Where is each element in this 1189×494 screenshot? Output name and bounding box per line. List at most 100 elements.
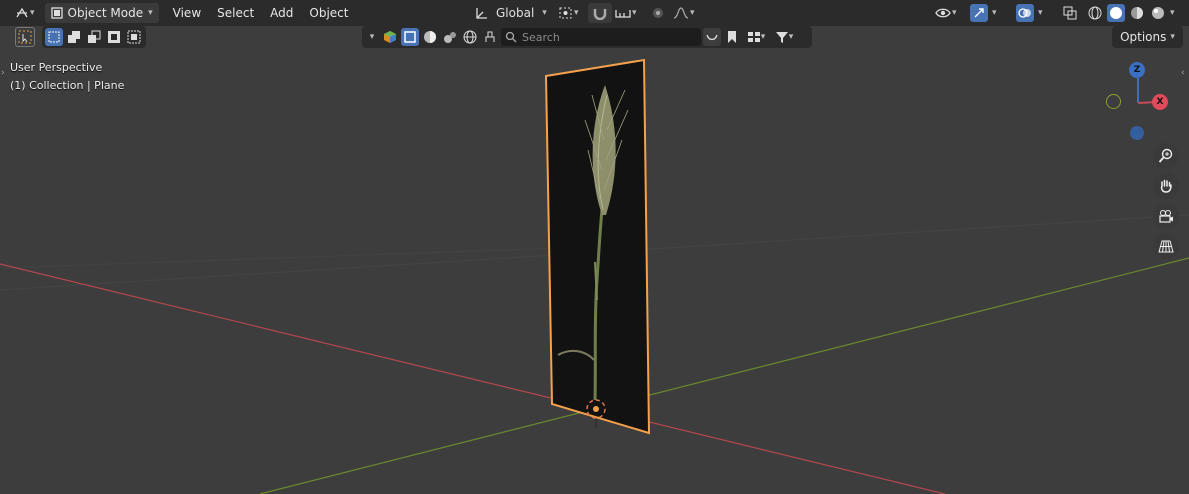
subtract-selection-button[interactable] — [85, 28, 103, 46]
brush-icon — [485, 31, 495, 42]
menu-view[interactable]: View — [165, 3, 209, 23]
3d-viewport[interactable] — [0, 0, 1189, 494]
chevron-down-icon: ▾ — [632, 8, 637, 18]
proportional-edit-icon — [653, 8, 663, 18]
overlays-toggle[interactable]: ▾ — [1012, 3, 1047, 23]
gizmo-toggle[interactable]: ▾ — [966, 3, 1001, 23]
snap-toggle[interactable] — [588, 3, 612, 23]
ortho-toggle-button[interactable] — [1153, 233, 1179, 259]
grid-line — [0, 247, 561, 269]
toolbar-expand-arrow[interactable]: › — [1, 68, 5, 78]
extend-selection-button[interactable] — [65, 28, 83, 46]
neg-y-axis-ball[interactable] — [1106, 94, 1121, 109]
select-new-icon — [48, 31, 60, 43]
menu-add[interactable]: Add — [262, 3, 301, 23]
sync-selection-button[interactable] — [703, 28, 721, 46]
chevron-down-icon: ▾ — [952, 8, 957, 18]
xray-toggle[interactable] — [1058, 3, 1082, 23]
chevron-down-icon: ▾ — [992, 8, 997, 18]
pivot-point-dropdown[interactable]: ▾ — [554, 3, 583, 23]
collection-label: (1) Collection | Plane — [10, 79, 125, 92]
overlays-icon — [1016, 4, 1034, 22]
x-axis-line — [0, 263, 946, 494]
select-extend-icon — [68, 31, 80, 43]
grid-perspective-icon — [1158, 240, 1174, 253]
filter-solid-button[interactable] — [401, 28, 419, 46]
display-mode-dropdown[interactable]: ▾ — [743, 28, 769, 46]
material-shading-button[interactable] — [1128, 4, 1146, 22]
camera-view-button[interactable] — [1153, 203, 1179, 229]
hierarchy-icon — [747, 32, 760, 42]
visibility-dropdown[interactable]: ▾ — [930, 3, 961, 23]
select-intersect-icon — [127, 30, 141, 44]
filter-dropdown[interactable]: ▾ — [771, 28, 797, 46]
z-axis-ball[interactable]: Z — [1129, 62, 1145, 78]
mode-dropdown[interactable]: Object Mode ▾ — [44, 3, 159, 23]
tool-header: ▾ Search ▾ ▾ Options ▾ — [0, 26, 1189, 52]
select-tool-icon — [15, 27, 35, 47]
origin-dot — [593, 406, 599, 412]
sidebar-expand-arrow[interactable]: ‹ — [1181, 68, 1185, 78]
snap-target-dropdown[interactable]: ▾ — [610, 3, 641, 23]
viewport-scene — [0, 58, 1189, 494]
wireframe-icon — [1088, 6, 1102, 20]
x-axis-ball[interactable]: X — [1152, 94, 1168, 110]
search-field[interactable]: Search — [501, 28, 701, 46]
editor-type-button[interactable]: ▾ — [10, 3, 39, 23]
pan-button[interactable] — [1153, 173, 1179, 199]
select-invert-icon — [108, 31, 120, 43]
rendered-sphere-icon — [1152, 7, 1164, 19]
proportional-edit-toggle[interactable] — [646, 3, 670, 23]
solid-sphere-icon — [1110, 7, 1122, 19]
search-placeholder: Search — [522, 30, 560, 44]
object-type-icon — [381, 28, 399, 46]
chevron-down-icon: ▾ — [30, 8, 35, 18]
eye-icon — [935, 8, 951, 18]
filter-world-button[interactable] — [461, 28, 479, 46]
pivot-icon — [559, 7, 572, 19]
chevron-down-icon[interactable]: ▾ — [365, 32, 379, 42]
options-dropdown[interactable]: Options ▾ — [1112, 26, 1183, 48]
viewport-header: ▾ Object Mode ▾ View Select Add Object G… — [0, 0, 1189, 26]
world-icon — [463, 30, 477, 44]
menu-object[interactable]: Object — [301, 3, 356, 23]
chevron-down-icon: ▾ — [1170, 32, 1175, 42]
material-sphere-icon — [1131, 7, 1143, 19]
xray-icon — [1063, 6, 1077, 20]
filter-material-button[interactable] — [421, 28, 439, 46]
transform-orientation-dropdown[interactable]: Global ▾ — [470, 3, 551, 23]
hand-icon — [1160, 179, 1172, 193]
falloff-dropdown[interactable]: ▾ — [668, 3, 699, 23]
chevron-down-icon[interactable]: ▾ — [1170, 8, 1175, 18]
funnel-icon — [775, 32, 788, 43]
zoom-button[interactable] — [1153, 143, 1179, 169]
search-icon — [505, 31, 517, 43]
chevron-down-icon: ▾ — [542, 8, 547, 18]
new-selection-button[interactable] — [45, 28, 63, 46]
bookmark-button[interactable] — [723, 28, 741, 46]
square-select-icon — [404, 31, 416, 43]
filter-brush-button[interactable] — [481, 28, 499, 46]
chevron-down-icon: ▾ — [1038, 8, 1043, 18]
filter-texture-button[interactable] — [441, 28, 459, 46]
rendered-shading-button[interactable] — [1149, 4, 1167, 22]
orientation-label: Global — [496, 6, 535, 20]
orientation-icon — [476, 8, 487, 19]
selection-mode-group — [42, 26, 146, 48]
zoom-icon — [1158, 148, 1173, 163]
magnet-icon — [593, 9, 607, 20]
chevron-down-icon: ▾ — [690, 8, 695, 18]
menu-select[interactable]: Select — [209, 3, 262, 23]
tool-selector[interactable] — [12, 26, 38, 48]
bookmark-icon — [728, 31, 736, 43]
solid-shading-button[interactable] — [1107, 4, 1125, 22]
perspective-label: User Perspective — [10, 61, 103, 74]
chevron-down-icon: ▾ — [148, 8, 153, 18]
navigation-gizmo[interactable]: Z X — [1100, 60, 1180, 144]
intersect-selection-button[interactable] — [125, 28, 143, 46]
wireframe-shading-button[interactable] — [1086, 4, 1104, 22]
snap-increment-icon — [615, 10, 631, 18]
invert-selection-button[interactable] — [105, 28, 123, 46]
neg-z-axis-ball[interactable] — [1130, 126, 1144, 140]
texture-icon — [444, 32, 456, 43]
